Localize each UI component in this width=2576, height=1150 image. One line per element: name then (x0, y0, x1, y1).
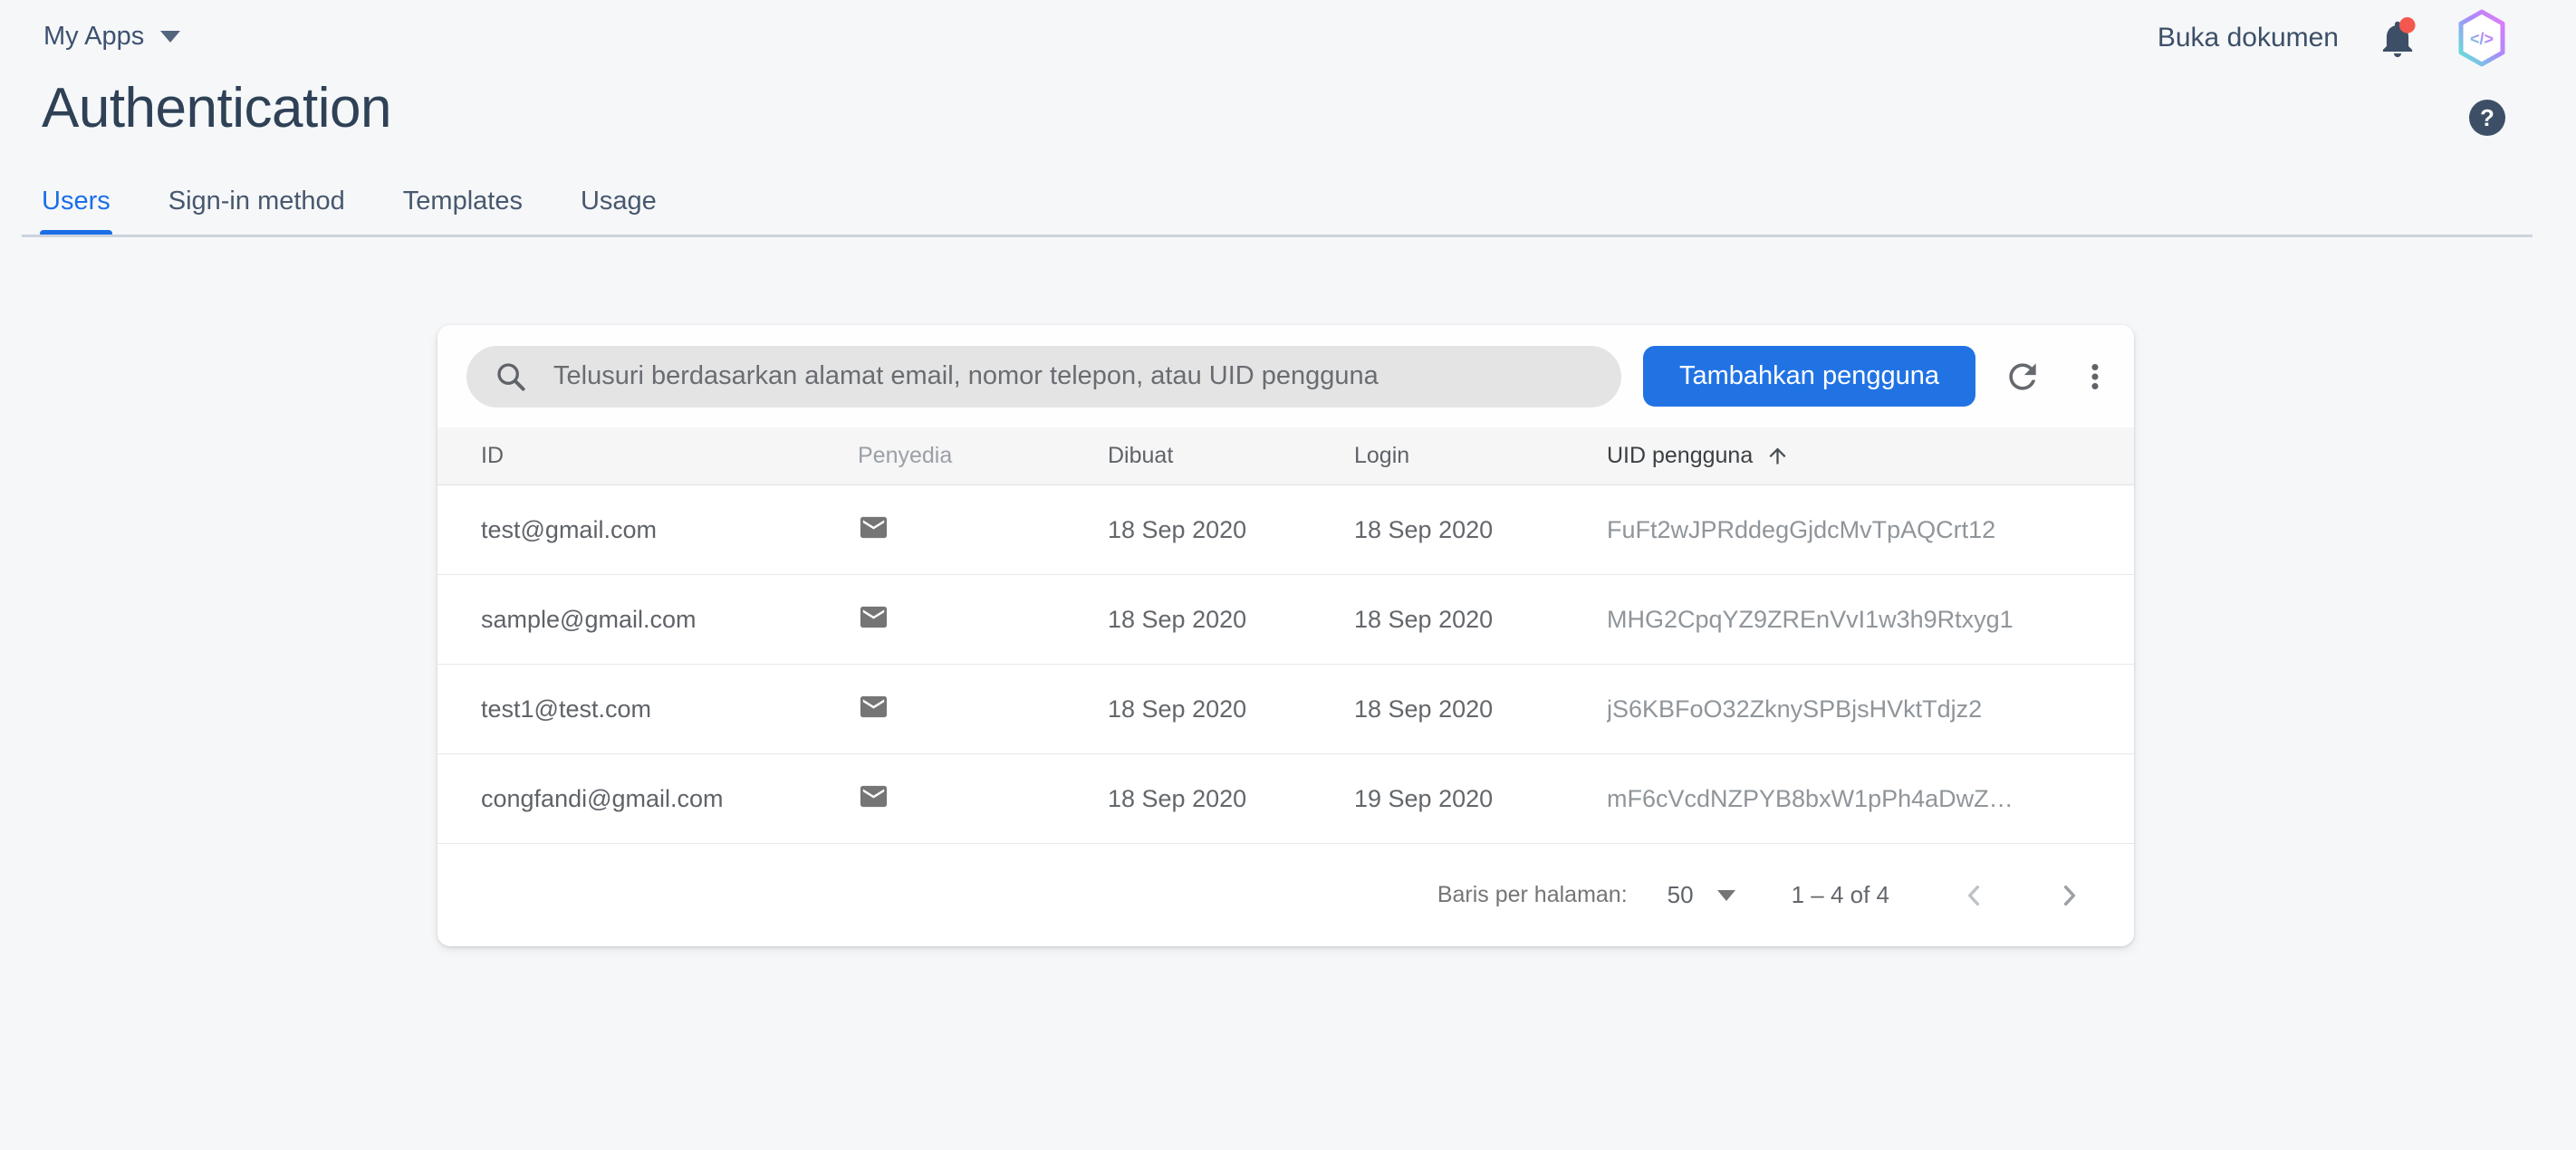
page-title: Authentication (42, 76, 391, 140)
login-date-cell: 18 Sep 2020 (1354, 695, 1607, 724)
table-row[interactable]: test1@test.com 18 Sep 2020 18 Sep 2020 j… (437, 665, 2134, 754)
more-options-button[interactable] (2070, 351, 2120, 402)
chevron-down-icon (1717, 890, 1735, 901)
next-page-button[interactable] (2043, 870, 2094, 921)
notifications-button[interactable] (2377, 15, 2418, 61)
table-row[interactable]: congfandi@gmail.com 18 Sep 2020 19 Sep 2… (437, 754, 2134, 844)
column-header-login: Login (1354, 443, 1607, 469)
rows-per-page-value: 50 (1668, 881, 1694, 909)
users-card: Tambahkan pengguna ID Penyedia Dibuat Lo… (437, 325, 2134, 946)
created-date-cell: 18 Sep 2020 (1108, 695, 1354, 724)
login-date-cell: 18 Sep 2020 (1354, 606, 1607, 634)
column-header-uid[interactable]: UID pengguna (1607, 443, 2091, 469)
chevron-left-icon (1960, 881, 1989, 910)
user-uid-cell: FuFt2wJPRddegGjdcMvTpAQCrt12 (1607, 516, 2091, 544)
table-row[interactable]: sample@gmail.com 18 Sep 2020 18 Sep 2020… (437, 575, 2134, 665)
table-header-row: ID Penyedia Dibuat Login UID pengguna (437, 427, 2134, 485)
user-email-cell: sample@gmail.com (481, 606, 858, 634)
created-date-cell: 18 Sep 2020 (1108, 516, 1354, 544)
user-uid-cell: mF6cVcdNZPYB8bxW1pPh4aDwZ… (1607, 785, 2091, 813)
user-search-box[interactable] (466, 346, 1621, 407)
created-date-cell: 18 Sep 2020 (1108, 785, 1354, 813)
login-date-cell: 19 Sep 2020 (1354, 785, 1607, 813)
refresh-icon (2003, 356, 2043, 398)
table-row[interactable]: test@gmail.com 18 Sep 2020 18 Sep 2020 F… (437, 485, 2134, 575)
user-email-cell: congfandi@gmail.com (481, 785, 858, 813)
topbar-right: Buka dokumen </> (2158, 9, 2507, 67)
created-date-cell: 18 Sep 2020 (1108, 606, 1354, 634)
add-user-button[interactable]: Tambahkan pengguna (1643, 346, 1975, 407)
help-button[interactable]: ? (2469, 100, 2505, 136)
login-date-cell: 18 Sep 2020 (1354, 516, 1607, 544)
refresh-button[interactable] (1997, 351, 2048, 402)
bell-icon (2377, 15, 2418, 61)
my-apps-dropdown[interactable]: My Apps (43, 22, 180, 52)
tab-divider (22, 235, 2533, 237)
column-header-id: ID (481, 443, 858, 469)
user-email-cell: test1@test.com (481, 695, 858, 724)
table-body: test@gmail.com 18 Sep 2020 18 Sep 2020 F… (437, 485, 2134, 844)
tab-bar: Users Sign-in method Templates Usage (42, 187, 657, 222)
tab-usage[interactable]: Usage (581, 187, 657, 222)
search-icon (494, 359, 528, 394)
previous-page-button[interactable] (1949, 870, 2000, 921)
rows-per-page-label: Baris per halaman: (1437, 882, 1628, 908)
question-mark-icon: ? (2480, 104, 2494, 132)
tab-sign-in-method[interactable]: Sign-in method (168, 187, 345, 222)
chevron-down-icon (160, 31, 180, 43)
notification-dot (2399, 17, 2416, 34)
my-apps-label: My Apps (43, 22, 144, 52)
users-toolbar: Tambahkan pengguna (437, 325, 2134, 427)
email-icon (858, 512, 889, 543)
user-uid-cell: MHG2CpqYZ9ZREnVvI1w3h9Rtxyg1 (1607, 606, 2091, 634)
tab-templates[interactable]: Templates (403, 187, 523, 222)
provider-cell (858, 512, 1108, 548)
user-uid-cell: jS6KBFoO32ZknySPBjsHVktTdjz2 (1607, 695, 2091, 724)
provider-cell (858, 601, 1108, 637)
code-glyph: </> (2470, 30, 2494, 48)
sort-arrow-up-icon (1765, 444, 1790, 468)
column-header-created: Dibuat (1108, 443, 1354, 469)
provider-cell (858, 691, 1108, 727)
user-email-cell: test@gmail.com (481, 516, 858, 544)
email-icon (858, 691, 889, 723)
column-header-provider: Penyedia (858, 443, 1108, 469)
search-input[interactable] (552, 360, 1594, 392)
account-avatar-logo[interactable]: </> (2456, 9, 2507, 67)
more-vert-icon (2076, 358, 2114, 396)
email-icon (858, 601, 889, 633)
provider-cell (858, 781, 1108, 817)
pagination-range-label: 1 – 4 of 4 (1792, 881, 1889, 909)
open-docs-link[interactable]: Buka dokumen (2158, 23, 2339, 53)
rows-per-page-select[interactable]: 50 (1668, 881, 1735, 909)
table-footer: Baris per halaman: 50 1 – 4 of 4 (437, 844, 2134, 946)
topbar: My Apps Buka dokumen </> (0, 0, 2576, 72)
chevron-right-icon (2054, 881, 2083, 910)
tab-users[interactable]: Users (42, 187, 111, 222)
email-icon (858, 781, 889, 812)
